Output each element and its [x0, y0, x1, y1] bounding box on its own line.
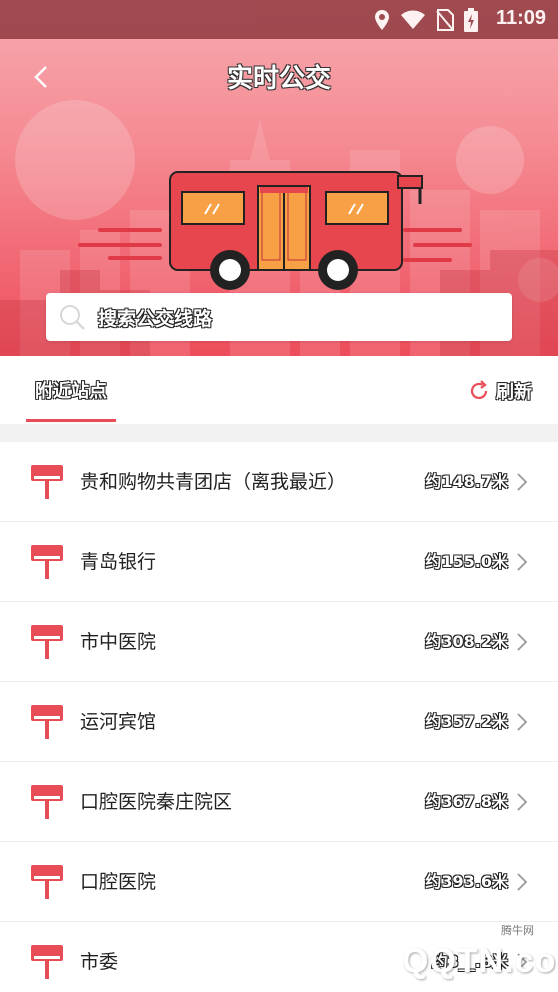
stop-name: 市委	[80, 951, 119, 973]
status-bar: 11:09	[0, 0, 558, 39]
no-sim-icon	[436, 9, 454, 31]
search-input[interactable]: 搜索公交线路	[46, 293, 512, 341]
watermark-logo: 腾牛网 QQTN.com	[340, 920, 558, 986]
stop-distance: 约393.6米	[425, 872, 508, 891]
stop-distance: 约367.8米	[425, 792, 508, 811]
list-item[interactable]: 口腔医院秦庄院区 约367.8米	[0, 762, 558, 842]
bus-stop-icon	[31, 625, 63, 659]
list-item[interactable]: 口腔医院 约393.6米	[0, 842, 558, 922]
app-screen: 11:09 实时公交 搜索公交线路 附近站点 刷新 贵和购物共青团店（离我最近）…	[0, 0, 558, 992]
bus-stop-icon	[31, 945, 63, 979]
search-icon	[60, 305, 85, 330]
stop-name: 口腔医院秦庄院区	[80, 791, 233, 813]
battery-charging-icon	[464, 8, 478, 32]
stop-name: 青岛银行	[80, 551, 157, 573]
stop-name: 市中医院	[80, 631, 157, 653]
page-title: 实时公交	[226, 64, 331, 94]
status-time: 11:09	[495, 7, 546, 29]
watermark-small-text: 腾牛网	[501, 924, 534, 937]
list-item[interactable]: 青岛银行 约155.0米	[0, 522, 558, 602]
chevron-right-icon	[517, 873, 528, 891]
stop-name: 贵和购物共青团店（离我最近）	[80, 471, 347, 493]
chevron-right-icon	[517, 633, 528, 651]
stop-distance: 约155.0米	[425, 552, 508, 571]
list-item[interactable]: 贵和购物共青团店（离我最近） 约148.7米	[0, 442, 558, 522]
tab-active-indicator	[26, 419, 116, 422]
bus-stop-icon	[31, 705, 63, 739]
section-divider	[0, 424, 558, 442]
search-placeholder: 搜索公交线路	[98, 307, 213, 330]
stop-name: 运河宾馆	[80, 711, 157, 733]
watermark-text: QQTN.com	[402, 942, 558, 980]
wifi-icon	[401, 10, 425, 29]
status-icons	[374, 8, 478, 32]
chevron-right-icon	[517, 793, 528, 811]
header-hero: 11:09 实时公交 搜索公交线路	[0, 0, 558, 356]
stop-distance: 约357.2米	[425, 712, 508, 731]
list-item[interactable]: 市中医院 约308.2米	[0, 602, 558, 682]
stop-distance: 约148.7米	[425, 472, 508, 491]
bus-stop-icon	[31, 545, 63, 579]
bus-stop-icon	[31, 465, 63, 499]
stop-distance: 约308.2米	[425, 632, 508, 651]
location-icon	[375, 10, 389, 30]
tab-nearby-label: 附近站点	[35, 381, 107, 402]
refresh-button[interactable]: 刷新	[468, 378, 532, 404]
watermark-swirl-icon	[348, 935, 398, 974]
nearby-stops-list: 贵和购物共青团店（离我最近） 约148.7米 青岛银行 约155.0米 市中医院…	[0, 442, 558, 992]
refresh-icon	[470, 380, 488, 400]
stop-name: 口腔医院	[80, 871, 157, 893]
chevron-right-icon	[517, 473, 528, 491]
list-item[interactable]: 运河宾馆 约357.2米	[0, 682, 558, 762]
bus-stop-icon	[31, 785, 63, 819]
bus-stop-icon	[31, 865, 63, 899]
tab-nearby-stops[interactable]: 附近站点	[26, 356, 116, 424]
chevron-right-icon	[517, 553, 528, 571]
refresh-label: 刷新	[496, 382, 532, 403]
chevron-right-icon	[517, 713, 528, 731]
